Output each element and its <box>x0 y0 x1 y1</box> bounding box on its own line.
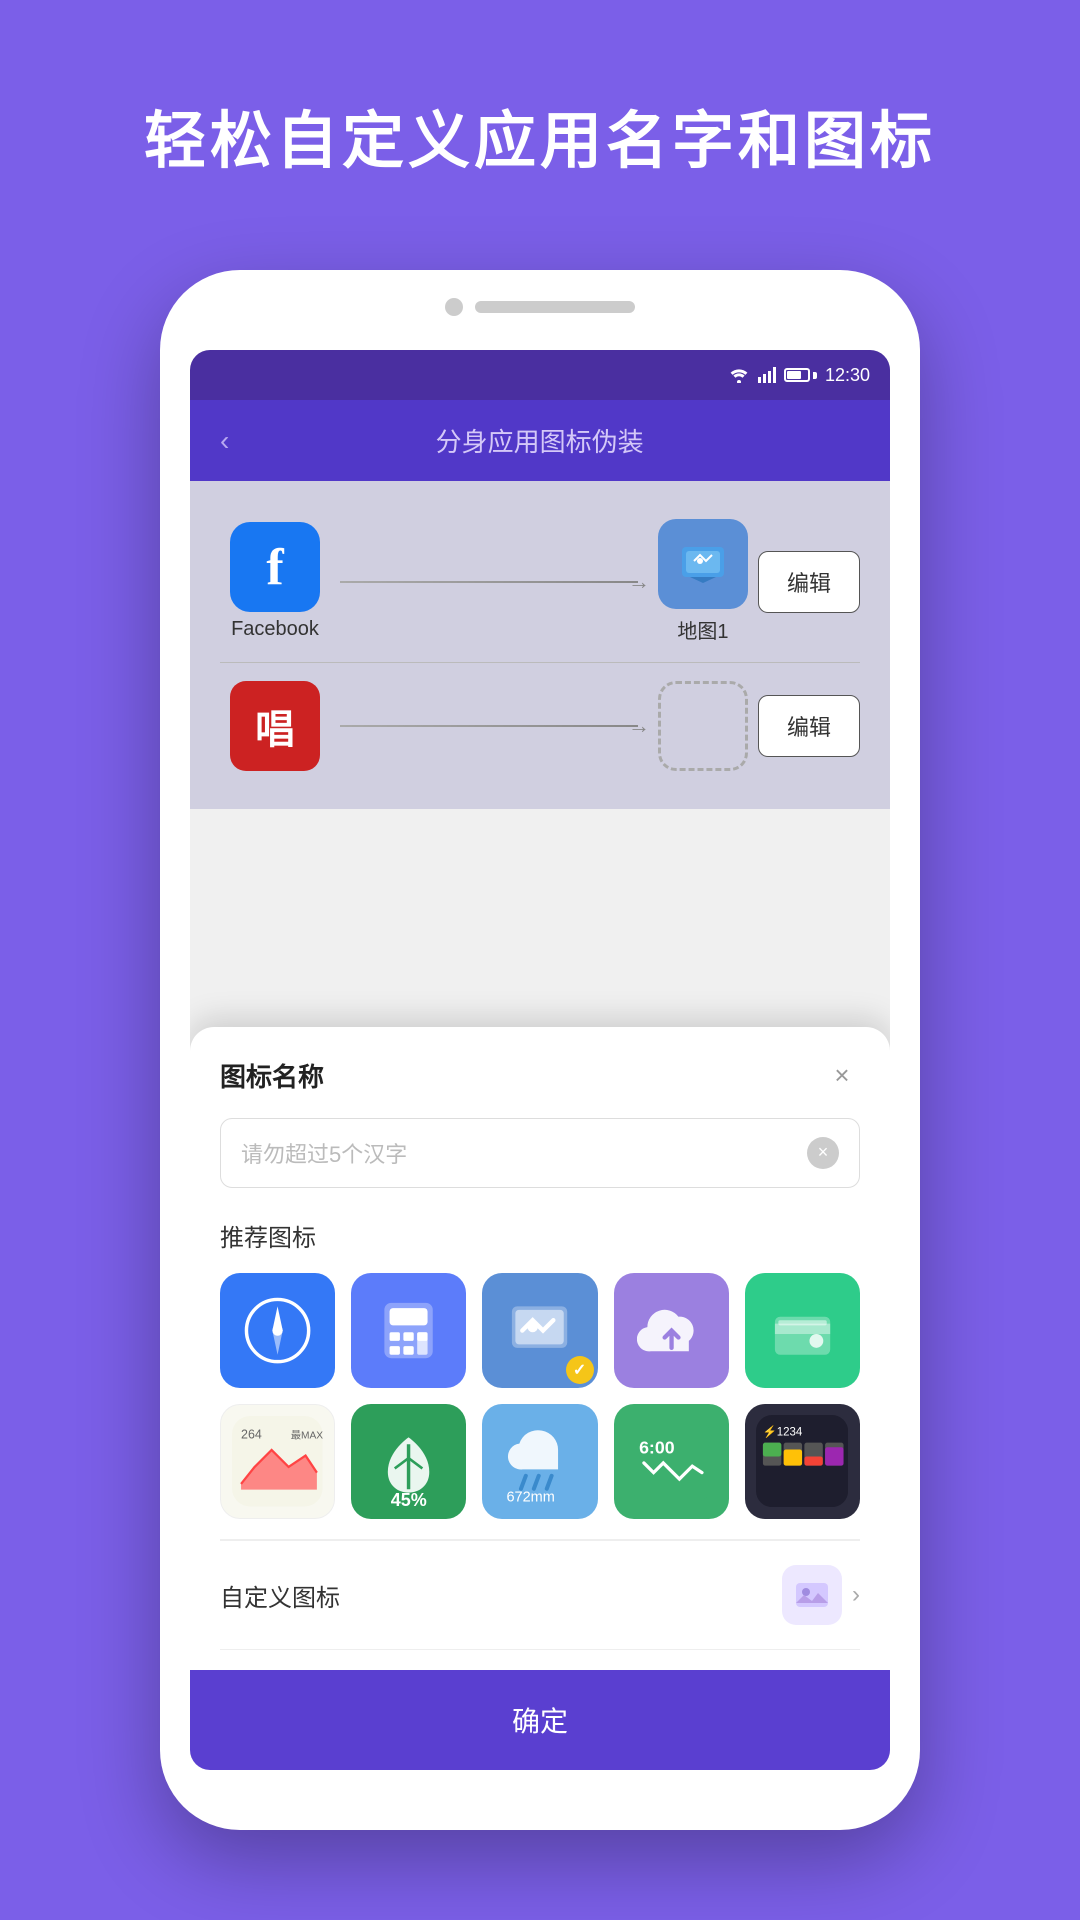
phone-screen: 12:30 ‹ 分身应用图标伪装 f Facebook <box>190 350 890 1770</box>
edit-button-1[interactable]: 编辑 <box>758 551 860 613</box>
singing-char: 唱 <box>255 697 295 755</box>
svg-text:264: 264 <box>241 1428 262 1442</box>
modal-header: 图标名称 × <box>220 1057 860 1094</box>
custom-image-icon <box>782 1565 842 1625</box>
status-icons: 12:30 <box>728 365 870 386</box>
custom-icon-right: › <box>782 1565 860 1625</box>
battery-body <box>784 368 810 382</box>
custom-icon-label: 自定义图标 <box>220 1578 340 1613</box>
maps-dest-label: 地图1 <box>677 615 728 644</box>
grid-icon-rain[interactable]: 672mm <box>482 1404 597 1519</box>
app-header-title: 分身应用图标伪装 <box>249 422 830 459</box>
status-bar: 12:30 <box>190 350 890 400</box>
input-clear-button[interactable]: × <box>807 1137 839 1169</box>
arrow-line-2 <box>340 725 638 727</box>
phone-mockup: 12:30 ‹ 分身应用图标伪装 f Facebook <box>160 270 920 1830</box>
app-source-facebook: f Facebook <box>220 522 330 641</box>
empty-dest-box <box>658 681 748 771</box>
selected-check-badge: ✓ <box>566 1356 594 1384</box>
back-button[interactable]: ‹ <box>220 425 229 457</box>
icon-name-input-box[interactable]: 请勿超过5个汉字 × <box>220 1118 860 1188</box>
modal-close-button[interactable]: × <box>824 1057 860 1093</box>
status-time: 12:30 <box>825 365 870 386</box>
battery-fill <box>787 371 801 379</box>
app-header: ‹ 分身应用图标伪装 <box>190 400 890 481</box>
svg-text:⚡: ⚡ <box>763 1425 777 1439</box>
modal-title: 图标名称 <box>220 1057 324 1094</box>
battery-tip <box>813 372 817 379</box>
grid-icon-cloud-upload[interactable] <box>614 1273 729 1388</box>
grid-icon-alarm[interactable]: 6:00 <box>614 1404 729 1519</box>
app-source-singing: 唱 <box>220 681 330 771</box>
app-dest-empty <box>648 681 758 771</box>
svg-text:1234: 1234 <box>777 1427 803 1439</box>
arrow-line-1 <box>340 581 638 583</box>
svg-text:最MAX: 最MAX <box>291 1430 323 1442</box>
grid-icon-chart[interactable]: 264 最MAX <box>220 1404 335 1519</box>
modal-overlay: 图标名称 × 请勿超过5个汉字 × 推荐图标 <box>190 1027 890 1770</box>
facebook-app-icon: f <box>230 522 320 612</box>
confirm-button[interactable]: 确定 <box>190 1670 890 1770</box>
grid-icon-leaf[interactable]: 45% 45% <box>351 1404 466 1519</box>
grid-icon-battery-stats[interactable]: ⚡ 1234 <box>745 1404 860 1519</box>
app-row-2: 唱 编辑 <box>220 663 860 789</box>
input-placeholder: 请勿超过5个汉字 <box>241 1137 407 1169</box>
recommended-section-label: 推荐图标 <box>220 1218 860 1253</box>
phone-frame: 12:30 ‹ 分身应用图标伪装 f Facebook <box>160 270 920 1830</box>
grid-icon-compass[interactable] <box>220 1273 335 1388</box>
app-list-area: f Facebook <box>190 481 890 809</box>
speaker-bar <box>475 301 635 313</box>
edit-button-2[interactable]: 编辑 <box>758 695 860 757</box>
app-row: f Facebook <box>220 501 860 663</box>
signal-icon <box>758 367 776 383</box>
custom-icon-row[interactable]: 自定义图标 › <box>220 1540 860 1650</box>
svg-text:6:00: 6:00 <box>639 1437 675 1457</box>
icon-grid: ✓ <box>220 1273 860 1519</box>
singing-app-icon: 唱 <box>230 681 320 771</box>
page-title: 轻松自定义应用名字和图标 <box>0 0 1080 180</box>
grid-icon-maps[interactable]: ✓ <box>482 1273 597 1388</box>
svg-text:672mm: 672mm <box>506 1490 554 1502</box>
grid-icon-calculator[interactable] <box>351 1273 466 1388</box>
wifi-icon <box>728 367 750 383</box>
chevron-right-icon: › <box>852 1581 860 1609</box>
page-background: 轻松自定义应用名字和图标 <box>0 0 1080 1920</box>
maps-dest-icon <box>658 519 748 609</box>
speaker-dot <box>445 298 463 316</box>
app-dest-maps: 地图1 <box>648 519 758 644</box>
facebook-label: Facebook <box>231 618 319 641</box>
phone-speaker <box>445 298 635 316</box>
battery-icon <box>784 368 817 382</box>
grid-icon-wallet[interactable] <box>745 1273 860 1388</box>
